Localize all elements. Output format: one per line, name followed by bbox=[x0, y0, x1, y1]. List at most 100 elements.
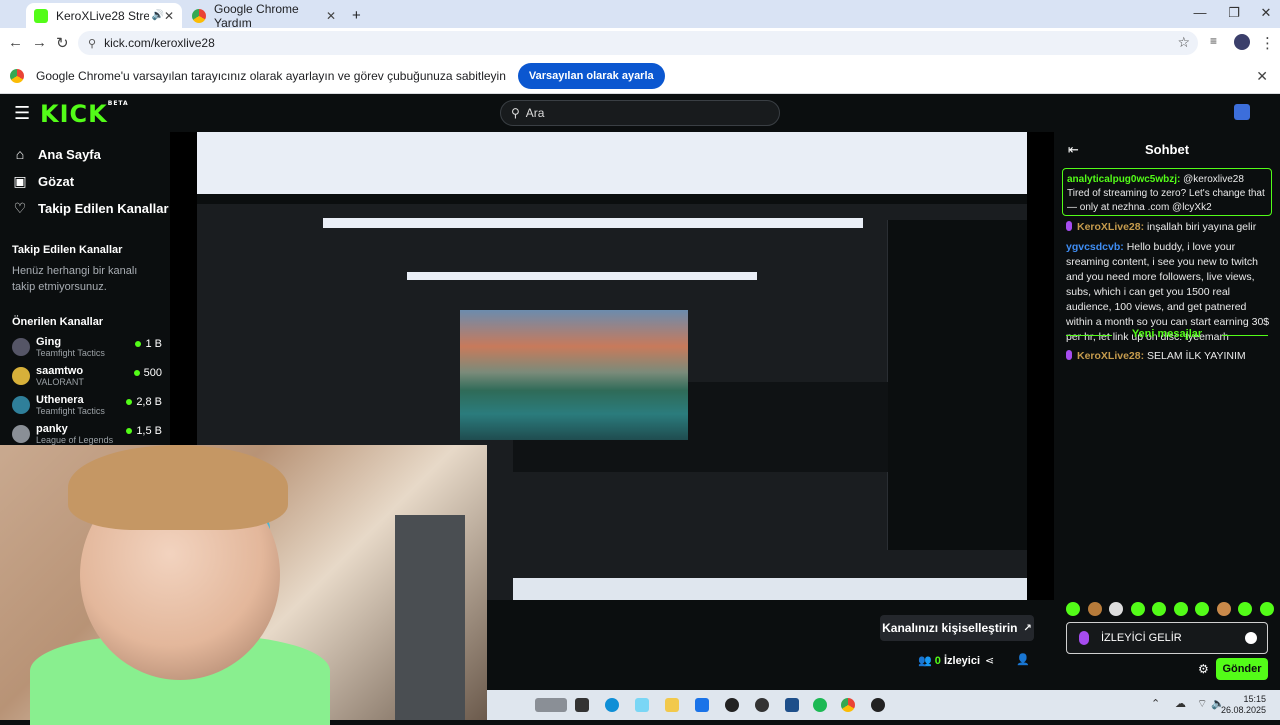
pinned-message: analyticalpug0wc5wbzj: @keroxlive28 Tire… bbox=[1062, 168, 1272, 216]
viewer-count: 500 bbox=[143, 367, 162, 379]
clock-time: 15:15 bbox=[1243, 694, 1266, 704]
chat-username[interactable]: analyticalpug0wc5wbzj: bbox=[1067, 174, 1180, 185]
recommended-channel[interactable]: Uthenera Teamfight Tactics 2,8 B bbox=[12, 394, 162, 420]
new-tab-button[interactable]: + bbox=[344, 3, 364, 28]
task-view-icon[interactable] bbox=[535, 698, 567, 712]
site-info-icon[interactable]: ⚲ bbox=[88, 37, 96, 50]
set-default-button[interactable]: Varsayılan olarak ayarla bbox=[517, 62, 665, 89]
personalize-channel-button[interactable]: Kanalınızı kişiselleştirin ↗ bbox=[880, 615, 1034, 641]
chat-panel: ⇤ Sohbet analyticalpug0wc5wbzj: @keroxli… bbox=[1054, 132, 1280, 690]
clock-date: 26.08.2025 bbox=[1220, 705, 1266, 715]
mic-icon bbox=[1079, 631, 1089, 645]
emote-icon[interactable] bbox=[1152, 602, 1167, 616]
default-browser-infobar: Google Chrome'u varsayılan tarayıcınız o… bbox=[0, 58, 1280, 94]
app-icon[interactable] bbox=[725, 698, 739, 712]
reload-icon[interactable]: ↻ bbox=[56, 34, 69, 52]
profile-avatar-icon[interactable] bbox=[1234, 34, 1250, 50]
kick-logo[interactable]: KICKBETA bbox=[40, 100, 129, 128]
nested-chat bbox=[887, 220, 1027, 550]
emote-icon[interactable] bbox=[1238, 602, 1253, 616]
channel-avatar bbox=[12, 396, 30, 414]
nav-following[interactable]: ♡ Takip Edilen Kanallar bbox=[12, 200, 169, 217]
user-avatar[interactable] bbox=[1234, 104, 1250, 120]
kick-header: ☰ KICKBETA ⚲ Ara bbox=[0, 94, 1280, 132]
bookmark-star-icon[interactable]: ☆ bbox=[1177, 34, 1190, 51]
nav-home[interactable]: ⌂ Ana Sayfa bbox=[12, 146, 101, 162]
close-tab-icon[interactable]: ✕ bbox=[326, 9, 336, 23]
tab-chrome-help[interactable]: Google Chrome Yardım ✕ bbox=[184, 2, 344, 30]
channel-game: Teamfight Tactics bbox=[36, 348, 105, 358]
emote-icon[interactable] bbox=[1087, 602, 1102, 616]
channel-name: panky bbox=[36, 423, 68, 435]
recommended-title: Önerilen Kanallar bbox=[12, 316, 104, 328]
tab-title: KeroXLive28 Stream - Watc bbox=[56, 8, 150, 23]
viewer-count: 1 B bbox=[145, 338, 162, 350]
terminal-icon[interactable] bbox=[575, 698, 589, 712]
emote-icon[interactable] bbox=[1130, 602, 1145, 616]
webcam-person-hair bbox=[68, 445, 288, 530]
browser-toolbar: ← → ↻ ⚲ kick.com/keroxlive28 ☆ ≡ ⋮ bbox=[0, 28, 1280, 58]
send-button[interactable]: Gönder bbox=[1216, 658, 1268, 680]
forward-icon[interactable]: → bbox=[32, 34, 47, 51]
address-bar[interactable]: ⚲ kick.com/keroxlive28 ☆ bbox=[78, 31, 1198, 55]
mic-badge-icon bbox=[1066, 350, 1072, 360]
media-icon[interactable]: ≡ bbox=[1210, 34, 1217, 48]
nested-kick-header bbox=[197, 194, 1027, 204]
file-explorer-icon[interactable] bbox=[665, 698, 679, 712]
taskbar-clock[interactable]: 15:15 26.08.2025 bbox=[1221, 694, 1266, 716]
nested-taskbar bbox=[513, 578, 1027, 600]
nested-browser-chrome-3 bbox=[407, 272, 757, 280]
nav-browse[interactable]: ▣ Gözat bbox=[12, 173, 74, 190]
emote-icon[interactable] bbox=[1109, 602, 1124, 616]
close-window-icon[interactable]: ✕ bbox=[1256, 5, 1276, 21]
wifi-icon[interactable]: ⌔ bbox=[1197, 697, 1207, 711]
store-icon[interactable] bbox=[695, 698, 709, 712]
chat-input[interactable]: İZLEYİCİ GELİR bbox=[1066, 622, 1268, 654]
live-dot-icon bbox=[133, 370, 140, 377]
emote-icon[interactable] bbox=[1216, 602, 1231, 616]
minimize-icon[interactable]: — bbox=[1190, 5, 1210, 20]
chat-username[interactable]: KeroXLive28: bbox=[1077, 221, 1144, 233]
close-infobar-icon[interactable]: ✕ bbox=[1256, 68, 1268, 85]
download-icon[interactable] bbox=[785, 698, 799, 712]
new-messages-divider[interactable]: Yeni mesajlar bbox=[1060, 328, 1274, 340]
speaker-icon[interactable]: 🔊 bbox=[151, 10, 163, 21]
nav-label: Gözat bbox=[38, 174, 75, 189]
menu-dots-icon[interactable]: ⋮ bbox=[1260, 34, 1275, 52]
recommended-channel[interactable]: Ging Teamfight Tactics 1 B bbox=[12, 336, 162, 362]
add-user-icon[interactable]: 👤 bbox=[1016, 653, 1030, 666]
emoji-picker-icon[interactable] bbox=[1245, 632, 1257, 644]
hamburger-menu-icon[interactable]: ☰ bbox=[14, 103, 30, 124]
chrome-icon[interactable] bbox=[841, 698, 855, 712]
share-icon[interactable]: ⋖ bbox=[985, 654, 994, 667]
viewers-icon: 👥 bbox=[918, 655, 932, 667]
search-input[interactable]: ⚲ Ara bbox=[500, 100, 780, 126]
emote-icon[interactable] bbox=[1259, 602, 1274, 616]
tab-kick[interactable]: KeroXLive28 Stream - Watc 🔊 ✕ bbox=[26, 3, 182, 28]
channel-viewers: 500 bbox=[133, 367, 162, 379]
chat-username[interactable]: ygvcsdcvb: bbox=[1066, 241, 1124, 253]
tray-chevron-icon[interactable]: ⌃ bbox=[1151, 697, 1160, 710]
emote-icon[interactable] bbox=[1195, 602, 1210, 616]
emote-icon[interactable] bbox=[1173, 602, 1188, 616]
app-icon[interactable] bbox=[755, 698, 769, 712]
infobar-message: Google Chrome'u varsayılan tarayıcınız o… bbox=[36, 68, 506, 83]
chat-settings-gear-icon[interactable]: ⚙ bbox=[1198, 662, 1209, 676]
restore-icon[interactable]: ❐ bbox=[1224, 5, 1244, 21]
channel-name: saamtwo bbox=[36, 365, 84, 377]
search-placeholder: Ara bbox=[525, 106, 545, 120]
copilot-icon[interactable] bbox=[635, 698, 649, 712]
close-tab-icon[interactable]: ✕ bbox=[164, 9, 174, 23]
edge-icon[interactable] bbox=[605, 698, 619, 712]
back-icon[interactable]: ← bbox=[8, 34, 23, 51]
spotify-icon[interactable] bbox=[813, 698, 827, 712]
chat-username[interactable]: KeroXLive28: bbox=[1077, 350, 1144, 362]
viewer-number: 0 bbox=[934, 655, 941, 667]
webcam-door bbox=[395, 515, 465, 720]
recording-app-icon[interactable] bbox=[871, 698, 885, 712]
emote-icon[interactable] bbox=[1066, 602, 1080, 616]
onedrive-icon[interactable]: ☁ bbox=[1175, 697, 1186, 710]
chrome-logo-icon bbox=[10, 68, 24, 83]
recommended-channel[interactable]: saamtwo VALORANT 500 bbox=[12, 365, 162, 391]
channel-avatar bbox=[12, 367, 30, 385]
